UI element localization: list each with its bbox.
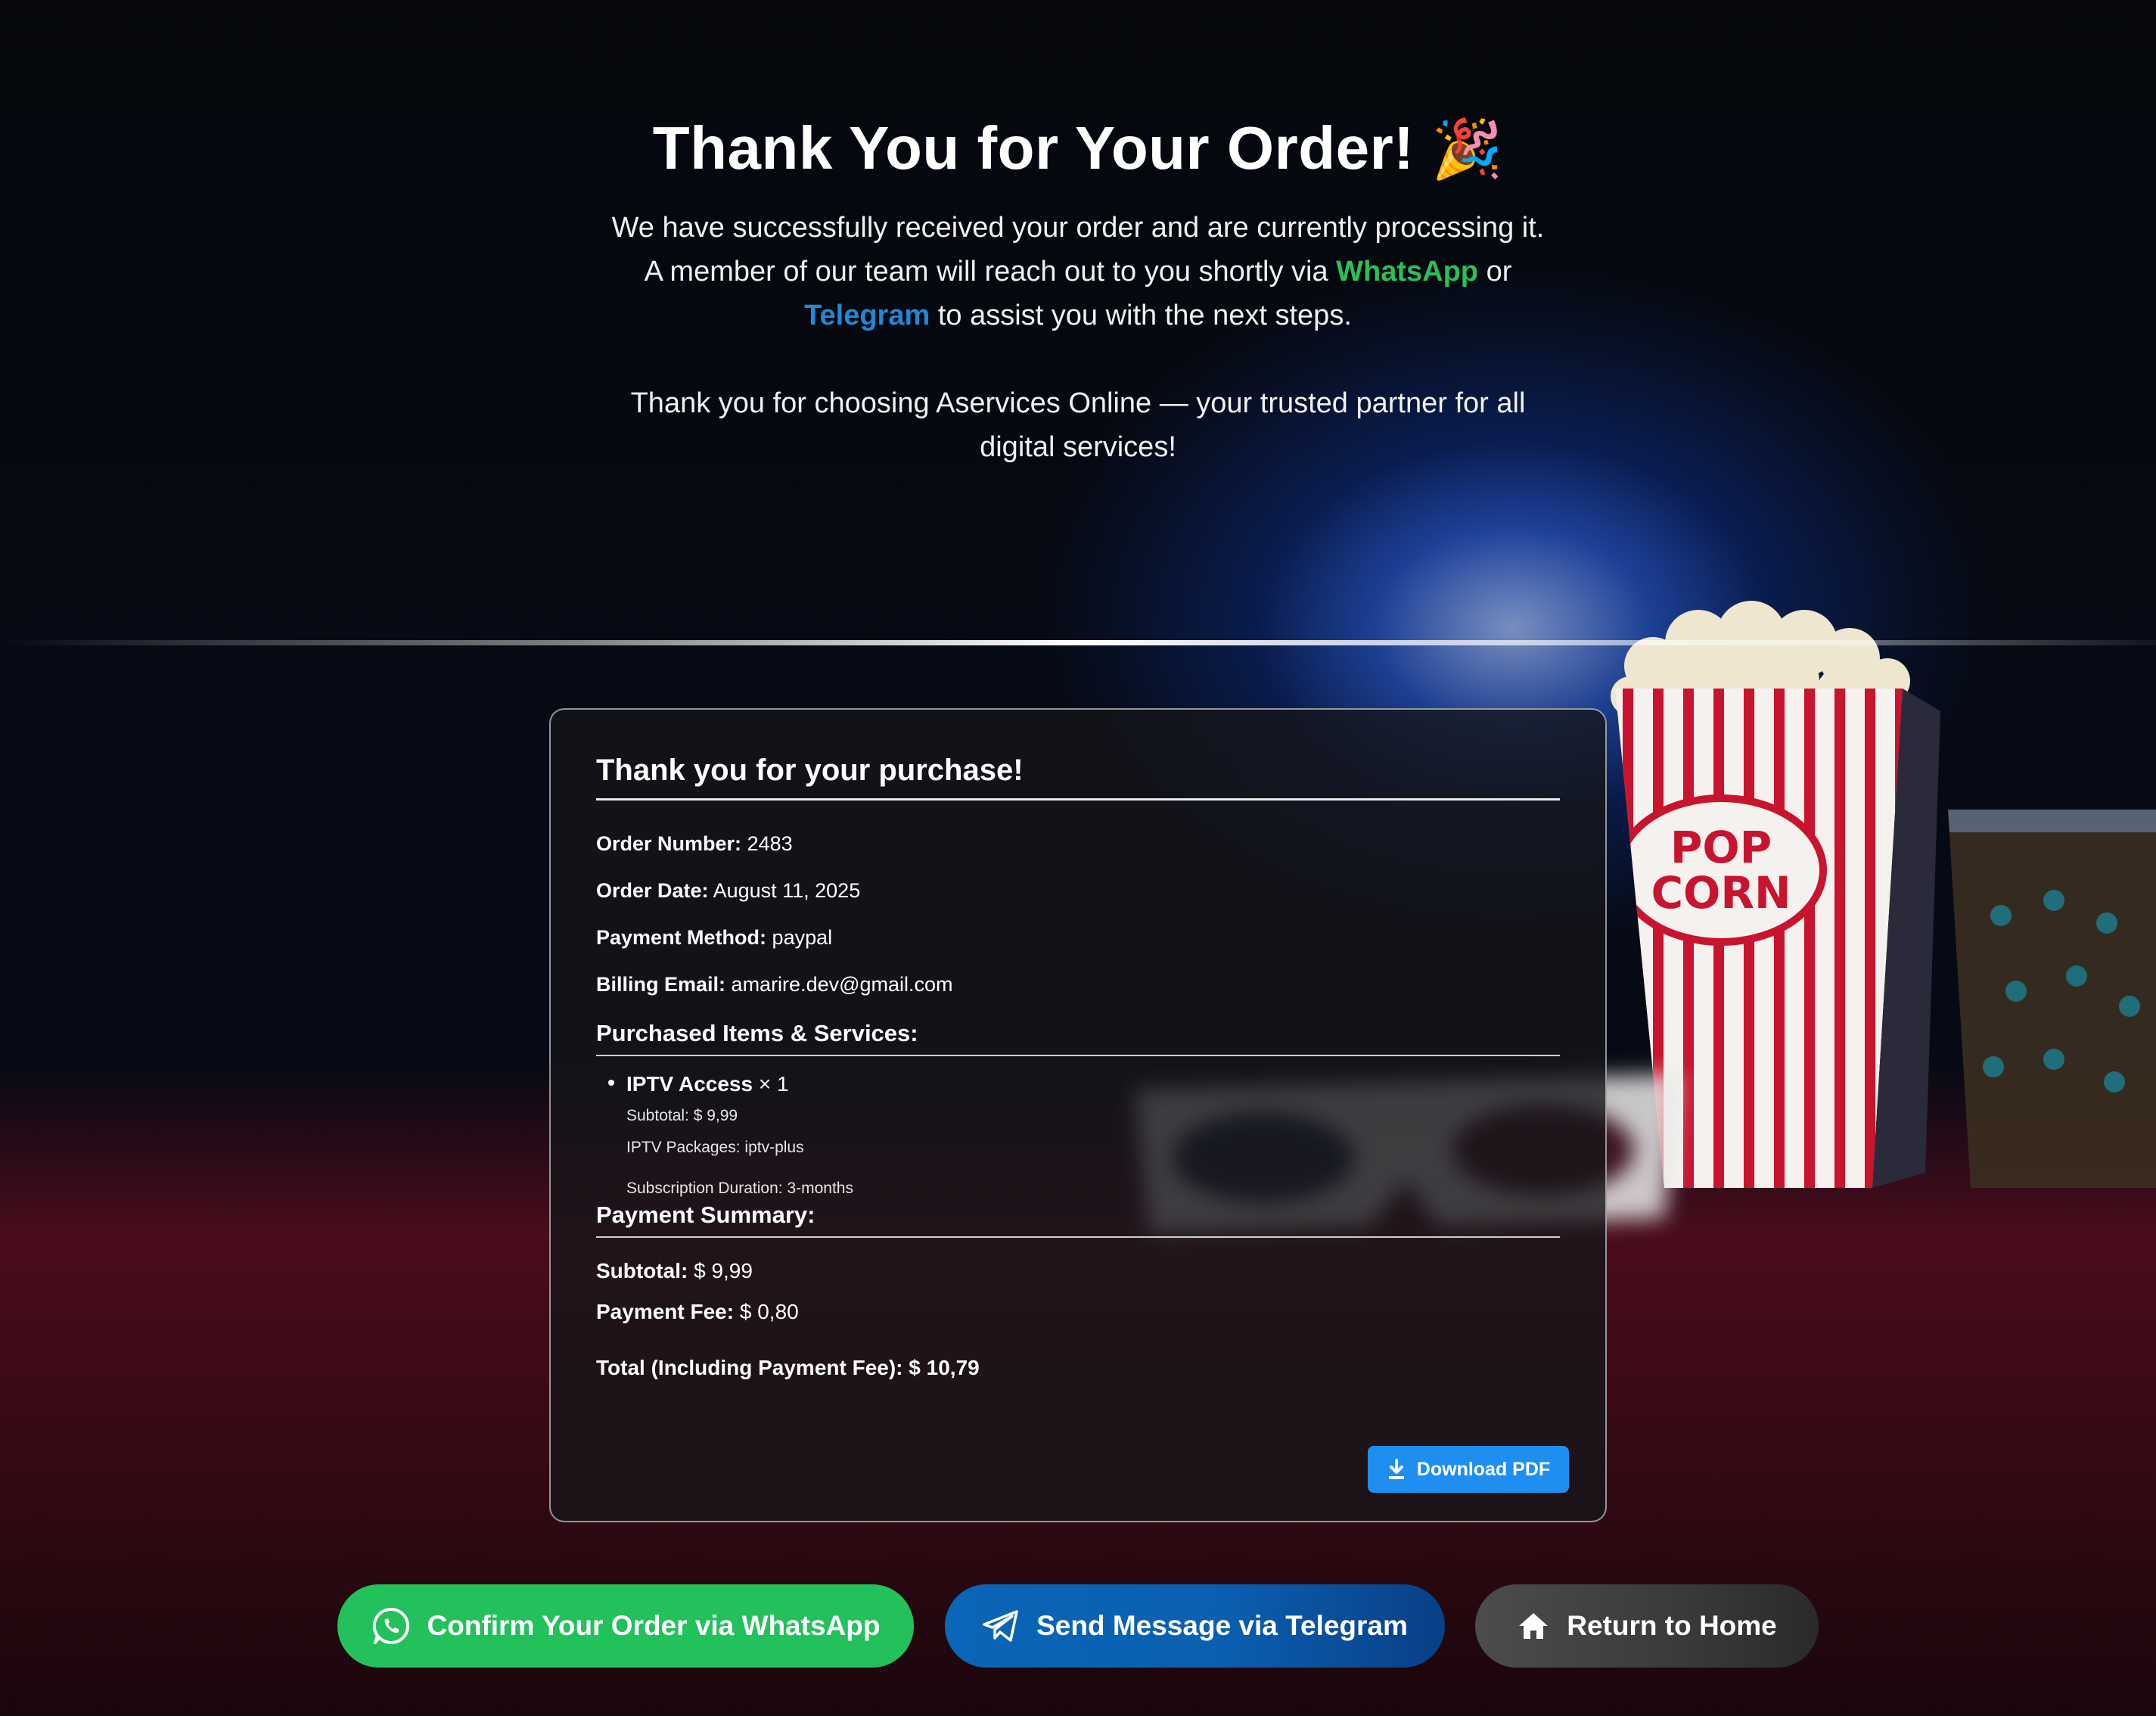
- items-heading: Purchased Items & Services:: [596, 1020, 1560, 1056]
- billing-email-label: Billing Email:: [596, 973, 726, 996]
- order-meta: Order Number: 2483 Order Date: August 11…: [596, 832, 1560, 1020]
- soda-cup-image: [1948, 810, 2156, 1188]
- summary-heading: Payment Summary:: [596, 1202, 1560, 1238]
- order-number-value: 2483: [747, 832, 793, 855]
- card-heading: Thank you for your purchase!: [596, 754, 1560, 800]
- order-date-row: Order Date: August 11, 2025: [596, 879, 1560, 926]
- total-value: $ 10,79: [909, 1356, 980, 1379]
- whatsapp-icon: [372, 1607, 409, 1644]
- order-number-row: Order Number: 2483: [596, 832, 1560, 879]
- hero-section: Thank You for Your Order! 🎉 We have succ…: [0, 113, 2156, 469]
- download-pdf-label: Download PDF: [1416, 1458, 1551, 1480]
- telegram-highlight: Telegram: [804, 300, 930, 331]
- item-duration: Subscription Duration: 3-months: [626, 1180, 853, 1197]
- whatsapp-highlight: WhatsApp: [1336, 256, 1479, 288]
- party-popper-icon: 🎉: [1431, 117, 1504, 182]
- send-telegram-button[interactable]: Send Message via Telegram: [945, 1584, 1445, 1668]
- page-title-text: Thank You for Your Order!: [652, 114, 1415, 182]
- item-subtotal: Subtotal: $ 9,99: [626, 1107, 738, 1124]
- confirm-whatsapp-button[interactable]: Confirm Your Order via WhatsApp: [337, 1584, 914, 1668]
- order-date-label: Order Date:: [596, 879, 709, 902]
- billing-email-row: Billing Email: amarire.dev@gmail.com: [596, 973, 1560, 1020]
- download-icon: [1388, 1459, 1404, 1479]
- hero-message-3: Thank you for choosing Aservices Online …: [630, 387, 1526, 463]
- svg-text:CORN: CORN: [1651, 867, 1791, 919]
- send-telegram-label: Send Message via Telegram: [1036, 1610, 1408, 1641]
- divider-glow-line: [0, 640, 2156, 645]
- item-packages: IPTV Packages: iptv-plus: [626, 1139, 804, 1156]
- item-name: IPTV Access: [626, 1072, 753, 1096]
- svg-text:POP: POP: [1670, 822, 1772, 873]
- hero-message-2-pre: A member of our team will reach out to y…: [644, 256, 1337, 288]
- download-pdf-button[interactable]: Download PDF: [1368, 1446, 1569, 1493]
- return-home-button[interactable]: Return to Home: [1475, 1584, 1819, 1668]
- fee-label: Payment Fee:: [596, 1300, 735, 1323]
- billing-email-value: amarire.dev@gmail.com: [731, 973, 953, 996]
- hero-message-1: We have successfully received your order…: [611, 212, 1545, 244]
- total-row: Total (Including Payment Fee): $ 10,79: [596, 1353, 1560, 1383]
- home-icon: [1519, 1613, 1549, 1639]
- item-qty: × 1: [758, 1072, 789, 1096]
- confirm-whatsapp-label: Confirm Your Order via WhatsApp: [427, 1610, 881, 1641]
- order-number-label: Order Number:: [596, 832, 742, 855]
- order-date-value: August 11, 2025: [713, 879, 861, 902]
- item-title: IPTV Access × 1: [626, 1070, 1560, 1099]
- items-list: IPTV Access × 1 Subtotal: $ 9,99 IPTV Pa…: [596, 1070, 1560, 1202]
- telegram-icon: [983, 1610, 1018, 1642]
- hero-message-2: A member of our team will reach out to y…: [601, 250, 1555, 337]
- list-item: IPTV Access × 1 Subtotal: $ 9,99 IPTV Pa…: [596, 1070, 1560, 1202]
- payment-method-label: Payment Method:: [596, 926, 767, 949]
- return-home-label: Return to Home: [1567, 1610, 1777, 1641]
- total-label: Total (Including Payment Fee):: [596, 1356, 903, 1379]
- hero-message-2-post: to assist you with the next steps.: [930, 300, 1352, 331]
- subtotal-label: Subtotal:: [596, 1259, 688, 1282]
- payment-method-value: paypal: [772, 926, 833, 949]
- payment-method-row: Payment Method: paypal: [596, 926, 1560, 973]
- hero-message-2-mid: or: [1478, 256, 1512, 288]
- fee-value: $ 0,80: [739, 1300, 799, 1323]
- order-details-card: Thank you for your purchase! Order Numbe…: [549, 708, 1607, 1522]
- subtotal-value: $ 9,99: [694, 1259, 753, 1282]
- page-title: Thank You for Your Order! 🎉: [0, 113, 2156, 183]
- subtotal-row: Subtotal: $ 9,99: [596, 1256, 1560, 1286]
- fee-row: Payment Fee: $ 0,80: [596, 1297, 1560, 1327]
